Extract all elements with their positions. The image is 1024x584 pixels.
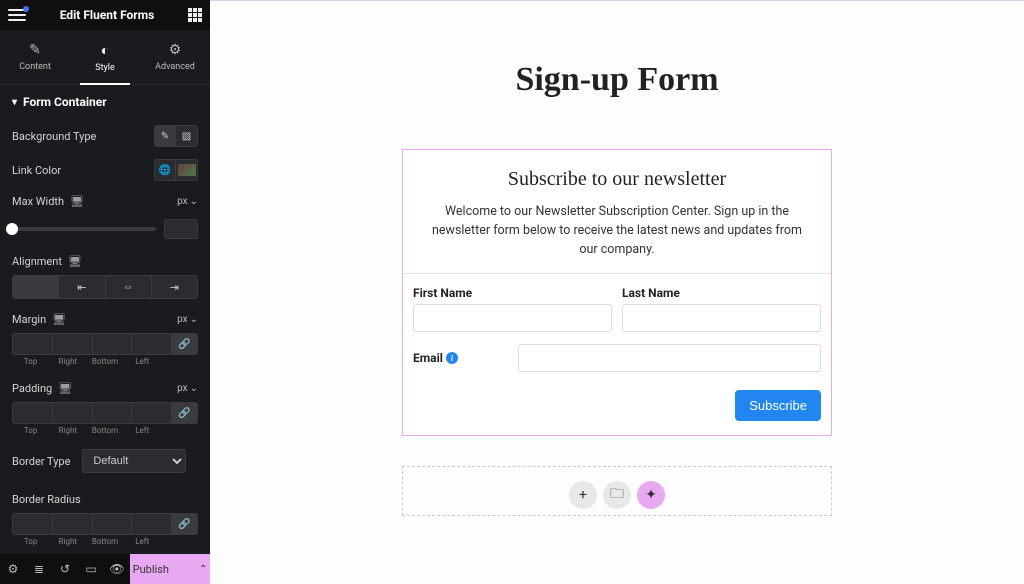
max-width-input[interactable] <box>164 219 198 239</box>
radius-right-input[interactable] <box>53 513 93 535</box>
publish-button[interactable]: Publish⌃ <box>130 554 210 584</box>
drop-zone[interactable]: + 🗀 ✦ <box>402 466 832 516</box>
padding-left-input[interactable] <box>132 402 172 424</box>
form-heading: Subscribe to our newsletter <box>403 150 831 203</box>
align-right-button[interactable]: ⇥ <box>152 275 198 299</box>
margin-link-toggle[interactable]: 🔗 <box>172 333 198 355</box>
margin-left-input[interactable] <box>132 333 172 355</box>
global-color-button[interactable]: 🌐 <box>154 159 176 181</box>
padding-bottom-input[interactable] <box>93 402 133 424</box>
border-type-select[interactable]: Default <box>82 449 186 473</box>
editor-canvas[interactable]: Sign-up Form Subscribe to our newsletter… <box>210 0 1024 584</box>
pencil-icon: ✎ <box>29 42 41 58</box>
desktop-icon[interactable]: 🖥 <box>70 195 84 208</box>
label-padding: Padding 🖥 <box>12 382 72 395</box>
max-width-slider[interactable] <box>12 227 156 231</box>
email-label: Emaili <box>413 351 458 365</box>
editor-tabs: ✎Content ◐Style ⚙Advanced <box>0 30 210 85</box>
add-section-button[interactable]: + <box>569 481 597 509</box>
chevron-down-icon: ⌄ <box>190 314 198 325</box>
email-input[interactable] <box>518 344 821 372</box>
form-intro: Welcome to our Newsletter Subscription C… <box>403 203 831 273</box>
margin-bottom-input[interactable] <box>93 333 133 355</box>
radius-left-input[interactable] <box>132 513 172 535</box>
margin-right-input[interactable] <box>53 333 93 355</box>
label-border-type: Border Type <box>12 455 70 468</box>
bg-classic-button[interactable]: ✎ <box>154 125 176 147</box>
radius-link-toggle[interactable]: 🔗 <box>172 513 198 535</box>
sidebar-footer: ⚙ ≣ ↺ ▭ 👁 Publish⌃ <box>0 554 210 584</box>
editor-title: Edit Fluent Forms <box>60 8 155 22</box>
gear-icon: ⚙ <box>169 42 182 58</box>
align-left-button[interactable]: ⇤ <box>59 275 105 299</box>
desktop-icon[interactable]: 🖥 <box>52 313 66 326</box>
padding-link-toggle[interactable]: 🔗 <box>172 402 198 424</box>
add-template-button[interactable]: 🗀 <box>603 481 631 509</box>
widgets-grid-icon[interactable] <box>188 8 202 22</box>
tab-style[interactable]: ◐Style <box>70 30 140 84</box>
page-title: Sign-up Form <box>210 61 1024 99</box>
section-form-container[interactable]: ▾Form Container <box>0 85 210 119</box>
padding-top-input[interactable] <box>12 402 53 424</box>
label-alignment: Alignment 🖥 <box>12 255 82 268</box>
settings-icon[interactable]: ⚙ <box>0 554 26 584</box>
editor-sidebar: Edit Fluent Forms ✎Content ◐Style ⚙Advan… <box>0 0 210 584</box>
last-name-input[interactable] <box>622 304 821 332</box>
align-center-button[interactable]: ⇔ <box>106 275 152 299</box>
margin-top-input[interactable] <box>12 333 53 355</box>
last-name-label: Last Name <box>622 286 821 300</box>
contrast-icon: ◐ <box>101 42 109 59</box>
label-margin: Margin 🖥 <box>12 313 66 326</box>
label-border-radius: Border Radius <box>12 493 81 506</box>
sidebar-topbar: Edit Fluent Forms <box>0 0 210 30</box>
info-icon[interactable]: i <box>446 352 458 364</box>
hamburger-menu-icon[interactable] <box>8 9 26 21</box>
desktop-icon[interactable]: 🖥 <box>68 255 82 268</box>
link-color-swatch[interactable] <box>176 159 198 181</box>
navigator-icon[interactable]: ≣ <box>26 554 52 584</box>
label-background-type: Background Type <box>12 130 96 143</box>
subscribe-button[interactable]: Subscribe <box>735 390 821 421</box>
border-radius-inputs: 🔗 <box>12 513 198 535</box>
label-link-color: Link Color <box>12 164 61 177</box>
radius-bottom-input[interactable] <box>93 513 133 535</box>
responsive-icon[interactable]: ▭ <box>78 554 104 584</box>
unit-selector-margin[interactable]: px ⌄ <box>177 314 198 325</box>
tab-content[interactable]: ✎Content <box>0 30 70 84</box>
radius-top-input[interactable] <box>12 513 53 535</box>
first-name-input[interactable] <box>413 304 612 332</box>
chevron-down-icon: ⌄ <box>190 383 198 394</box>
padding-right-input[interactable] <box>53 402 93 424</box>
first-name-label: First Name <box>413 286 612 300</box>
unit-selector-maxwidth[interactable]: px ⌄ <box>177 196 198 207</box>
style-panel: ▾Form Container Background Type ✎ ▨ Link… <box>0 85 210 554</box>
add-ai-button[interactable]: ✦ <box>637 481 665 509</box>
margin-inputs: 🔗 <box>12 333 198 355</box>
caret-down-icon: ▾ <box>12 97 17 108</box>
unit-selector-padding[interactable]: px ⌄ <box>177 383 198 394</box>
tab-advanced[interactable]: ⚙Advanced <box>140 30 210 84</box>
chevron-down-icon: ⌄ <box>190 196 198 207</box>
alignment-segmented: ⇤ ⇔ ⇥ <box>12 275 198 299</box>
align-default-button[interactable] <box>12 275 59 299</box>
padding-inputs: 🔗 <box>12 402 198 424</box>
label-max-width: Max Width 🖥 <box>12 195 84 208</box>
desktop-icon[interactable]: 🖥 <box>58 382 72 395</box>
preview-icon[interactable]: 👁 <box>104 554 130 584</box>
history-icon[interactable]: ↺ <box>52 554 78 584</box>
bg-gradient-button[interactable]: ▨ <box>176 125 198 147</box>
chevron-up-icon: ⌃ <box>199 564 207 575</box>
form-widget[interactable]: Subscribe to our newsletter Welcome to o… <box>402 149 832 436</box>
